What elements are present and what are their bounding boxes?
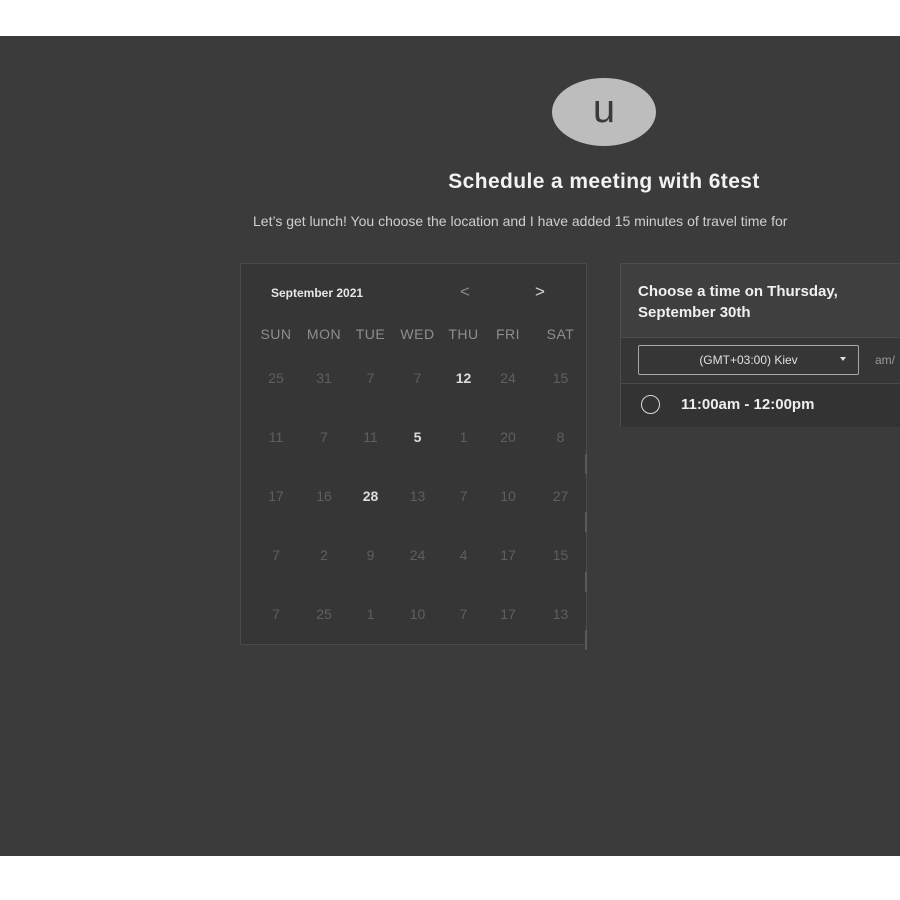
calendar-day: 15 <box>552 547 569 563</box>
page-title: Schedule a meeting with 6test <box>448 170 760 193</box>
calendar-day: 27 <box>552 488 569 504</box>
weekday-label: WED <box>400 326 435 342</box>
weekday-label: THU <box>448 326 479 342</box>
calendar-day: 25 <box>268 370 284 386</box>
calendar-day: 7 <box>413 370 422 386</box>
calendar-day: 24 <box>500 370 516 386</box>
calendar-day: 16 <box>316 488 332 504</box>
calendar-day: 11 <box>268 429 284 445</box>
time-format-toggle[interactable]: am/ <box>875 353 895 367</box>
chevron-left-icon[interactable]: < <box>453 280 477 304</box>
weekday-label: SAT <box>546 326 575 342</box>
calendar-edge-marks <box>585 454 587 650</box>
calendar-day: 4 <box>459 547 468 563</box>
calendar-day: 7 <box>320 429 328 445</box>
calendar-day: 10 <box>500 488 516 504</box>
calendar-day: 25 <box>316 606 332 622</box>
calendar-day-available[interactable]: 5 <box>392 429 443 488</box>
calendar-day: 7 <box>366 370 375 386</box>
calendar-day: 17 <box>500 606 516 622</box>
calendar-day: 10 <box>409 606 426 622</box>
calendar-day: 9 <box>366 547 375 563</box>
calendar-day: 7 <box>272 606 280 622</box>
calendar-day: 13 <box>552 606 569 622</box>
time-panel-title: Choose a time on Thursday, September 30t… <box>638 283 838 321</box>
calendar-day: 15 <box>552 370 569 386</box>
weekday-label: TUE <box>355 326 386 342</box>
avatar-initial: u <box>592 87 616 131</box>
weekday-label: FRI <box>495 326 521 342</box>
calendar-day: 11 <box>363 429 378 445</box>
calendar-day: 7 <box>459 606 468 622</box>
time-slot-label: 11:00am - 12:00pm <box>681 396 815 413</box>
time-slot-option[interactable]: 11:00am - 12:00pm <box>621 383 900 427</box>
time-panel-header: Choose a time on Thursday, September 30t… <box>621 264 900 338</box>
caret-down-icon <box>840 357 846 361</box>
weekday-label: MON <box>306 326 342 342</box>
calendar-month-label: September 2021 <box>271 286 364 300</box>
calendar-day: 13 <box>409 488 426 504</box>
weekday-header-row: SUN MON TUE WED THU FRI SAT <box>253 326 589 342</box>
time-selection-panel: Choose a time on Thursday, September 30t… <box>620 263 900 427</box>
timezone-select[interactable]: (GMT+03:00) Kiev <box>638 345 859 375</box>
calendar-day: 7 <box>272 547 280 563</box>
calendar-day: 7 <box>459 488 468 504</box>
calendar-day: 17 <box>500 547 516 563</box>
date-picker-calendar: September 2021 < > SUN MON TUE WED THU FRI SAT… <box>240 263 589 650</box>
radio-button-icon[interactable] <box>641 395 660 414</box>
calendar-day: 8 <box>556 429 565 445</box>
calendar-day: 20 <box>500 429 516 445</box>
calendar-day: 1 <box>459 429 468 445</box>
calendar-day: 1 <box>366 606 375 622</box>
calendar-day-available[interactable]: 12 <box>443 370 484 429</box>
weekday-label: SUN <box>260 326 292 342</box>
calendar-day-grid: 25 31 7 7 12 24 15 11 7 11 5 1 20 8 17 16 28 13 7 10 27 7 2 9 24… <box>253 370 589 665</box>
calendar-day: 17 <box>268 488 284 504</box>
calendar-day: 24 <box>409 547 426 563</box>
host-avatar: u <box>552 78 656 146</box>
calendar-day: 2 <box>320 547 328 563</box>
calendar-day-available[interactable]: 28 <box>349 488 392 547</box>
chevron-right-icon[interactable]: > <box>528 280 552 304</box>
calendar-day: 31 <box>316 370 332 386</box>
booking-page: u Schedule a meeting with 6test Let’s ge… <box>0 36 900 856</box>
timezone-value: (GMT+03:00) Kiev <box>699 353 798 367</box>
event-description: Let’s get lunch! You choose the location… <box>253 213 788 229</box>
